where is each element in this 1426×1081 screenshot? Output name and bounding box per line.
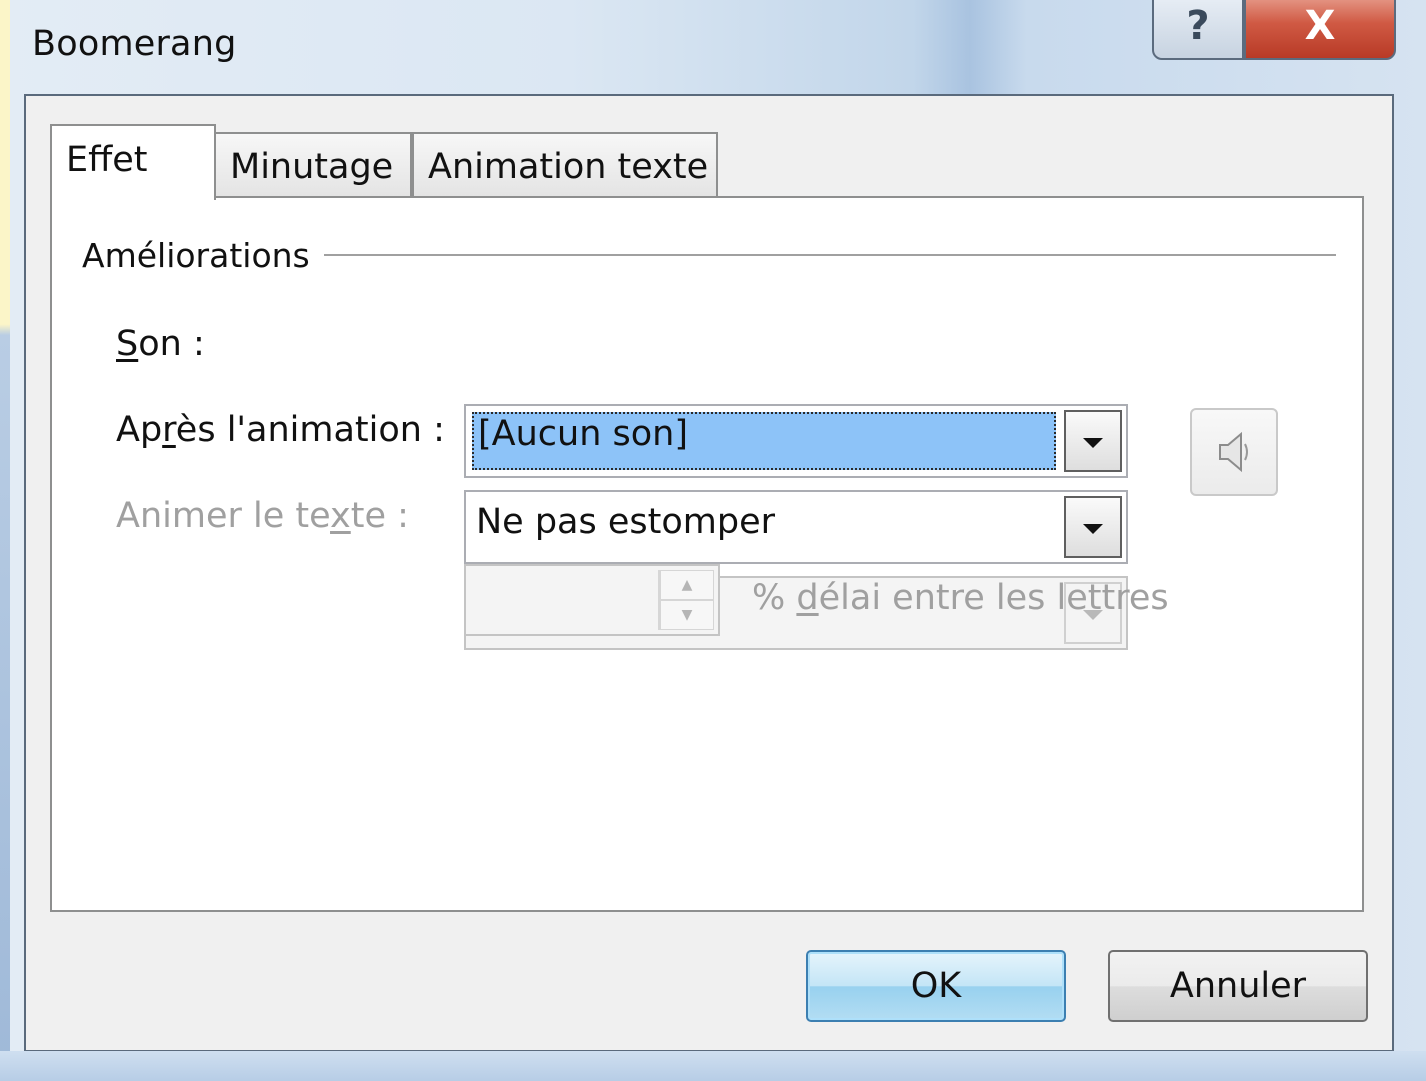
dialog-client-area: Effet Minutage Animation texte Améliorat… xyxy=(24,94,1394,1052)
delay-label: % délai entre les lettres xyxy=(752,578,1169,618)
delay-spinner: ▲ ▼ xyxy=(464,564,720,636)
after-animation-value: Ne pas estomper xyxy=(476,502,776,542)
window-frame-edge xyxy=(0,0,10,1081)
spin-down-icon: ▼ xyxy=(660,600,714,630)
tab-minutage[interactable]: Minutage xyxy=(214,132,412,200)
close-button[interactable]: X xyxy=(1244,0,1396,60)
tab-effet[interactable]: Effet xyxy=(50,124,216,200)
speaker-icon xyxy=(1219,431,1248,473)
sound-selected-value: [Aucun son] xyxy=(472,412,1056,470)
cancel-button[interactable]: Annuler xyxy=(1108,950,1368,1022)
after-animation-dropdown[interactable]: Ne pas estomper xyxy=(464,490,1128,564)
tab-label: Effet xyxy=(66,140,148,180)
tab-animation-texte[interactable]: Animation texte xyxy=(412,132,718,200)
spinner-buttons: ▲ ▼ xyxy=(658,570,714,630)
sound-dropdown[interactable]: [Aucun son] xyxy=(464,404,1128,478)
play-sound-button[interactable] xyxy=(1190,408,1278,496)
spin-up-icon: ▲ xyxy=(660,570,714,600)
animate-text-label: Animer le texte : xyxy=(116,496,409,536)
chevron-down-icon[interactable] xyxy=(1064,496,1122,558)
group-title: Améliorations xyxy=(82,236,324,275)
help-icon: ? xyxy=(1186,3,1210,49)
window-title: Boomerang xyxy=(32,24,237,64)
tab-panel-effet: Améliorations Son : [Aucun son] Après l'… xyxy=(50,196,1364,912)
close-icon: X xyxy=(1304,3,1336,49)
tab-label: Minutage xyxy=(230,147,394,187)
chevron-down-icon[interactable] xyxy=(1064,410,1122,472)
help-button[interactable]: ? xyxy=(1152,0,1244,60)
tab-label: Animation texte xyxy=(428,147,709,187)
dialog-window: Boomerang ? X Effet Minutage Animation t… xyxy=(0,0,1426,1081)
ok-button[interactable]: OK xyxy=(806,950,1066,1022)
sound-label: Son : xyxy=(116,324,205,364)
after-animation-label: Après l'animation : xyxy=(116,410,445,450)
